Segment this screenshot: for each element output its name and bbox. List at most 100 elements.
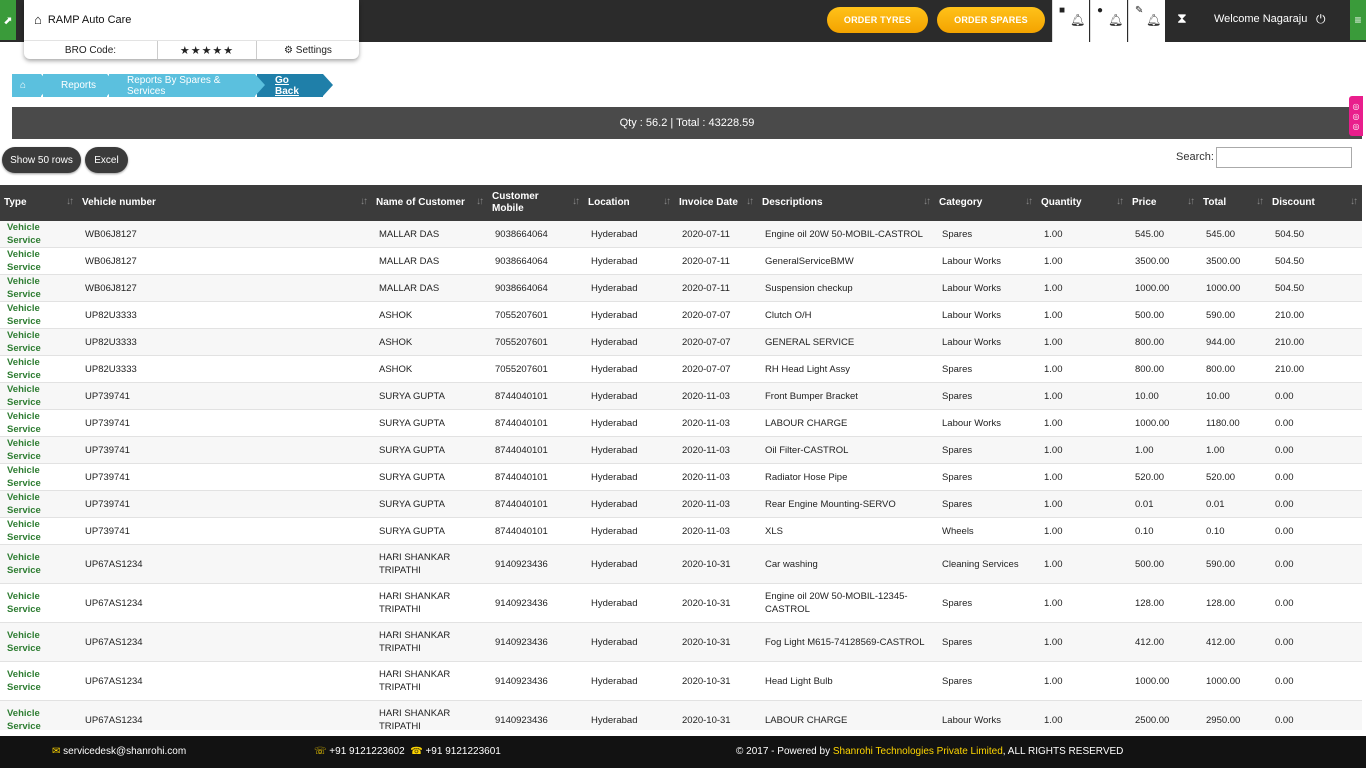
table-cell: 2020-11-03: [675, 517, 758, 545]
side-widget-tab[interactable]: ◎ ◎ ◎: [1349, 96, 1363, 136]
chart-icon[interactable]: ⬈: [0, 0, 16, 40]
table-cell: Vehicle Service: [0, 409, 78, 437]
table-row[interactable]: Vehicle Service WB06J8127 MALLAR DAS 903866…: [0, 221, 1362, 248]
table-cell: SURYA GUPTA: [372, 517, 488, 545]
breadcrumb-home[interactable]: ⌂: [12, 74, 51, 97]
table-row[interactable]: Vehicle Service UP739741 SURYA GUPTA 874404…: [0, 382, 1362, 410]
table-cell: 500.00: [1128, 301, 1199, 329]
table-cell: Vehicle Service: [0, 661, 78, 701]
table-cell: 8744040101: [488, 463, 584, 491]
wrench-icon: ✎: [1135, 5, 1144, 16]
table-row[interactable]: Vehicle Service UP82U3333 ASHOK 7055207601 H…: [0, 355, 1362, 383]
table-row[interactable]: Vehicle Service WB06J8127 MALLAR DAS 903866…: [0, 247, 1362, 275]
order-spares-button[interactable]: ORDER SPARES: [937, 7, 1045, 33]
table-cell: 1.00: [1128, 436, 1199, 464]
table-row[interactable]: Vehicle Service UP82U3333 ASHOK 7055207601 H…: [0, 301, 1362, 329]
column-header[interactable]: Customer Mobile ↓↑: [488, 185, 584, 221]
service-notification-button[interactable]: ✎ 🔔︎: [1128, 0, 1165, 42]
table-cell: SURYA GUPTA: [372, 463, 488, 491]
footer-copyright: © 2017 - Powered by Shanrohi Technologie…: [736, 746, 1123, 757]
table-cell: UP82U3333: [78, 355, 372, 383]
column-header[interactable]: Invoice Date ↓↑: [675, 185, 758, 221]
show-rows-button[interactable]: Show 50 rows: [2, 147, 81, 173]
column-header[interactable]: Vehicle number ↓↑: [78, 185, 372, 221]
brand-name: RAMP Auto Care: [47, 13, 132, 26]
table-cell: 1.00: [1037, 247, 1128, 275]
home-icon: ⌂: [20, 80, 27, 91]
menu-icon[interactable]: ≡: [1350, 0, 1366, 40]
table-cell: 1.00: [1037, 328, 1128, 356]
table-cell: Labour Works: [935, 409, 1037, 437]
column-header[interactable]: Total ↓↑: [1199, 185, 1268, 221]
table-row[interactable]: Vehicle Service UP67AS1234 HARI SHANKAR TR…: [0, 622, 1362, 662]
column-header-label: Descriptions: [762, 197, 823, 208]
sort-icon: ↓↑: [1116, 196, 1124, 207]
search-input[interactable]: [1216, 147, 1352, 168]
table-cell: MALLAR DAS: [372, 274, 488, 302]
table-row[interactable]: Vehicle Service UP67AS1234 HARI SHANKAR TR…: [0, 583, 1362, 623]
table-row[interactable]: Vehicle Service WB06J8127 MALLAR DAS 903866…: [0, 274, 1362, 302]
breadcrumb-reports-by-spares[interactable]: Reports By Spares & Services: [109, 74, 265, 97]
table-cell: Hyderabad: [584, 622, 675, 662]
power-icon[interactable]: ⏻: [1316, 12, 1326, 27]
hourglass-icon[interactable]: ⧗: [1177, 10, 1187, 27]
sort-icon: ↓↑: [476, 196, 484, 207]
user-notification-button[interactable]: ● 🔔︎: [1090, 0, 1127, 42]
table-cell: 2020-11-03: [675, 382, 758, 410]
table-cell: 0.00: [1268, 490, 1362, 518]
column-header[interactable]: Discount ↓↑: [1268, 185, 1362, 221]
column-header-label: Type: [4, 197, 27, 208]
table-cell: Car washing: [758, 544, 935, 584]
settings-link[interactable]: ⚙ Settings: [257, 41, 359, 59]
go-back-link[interactable]: Go Back: [257, 74, 333, 97]
column-header-label: Discount: [1272, 197, 1315, 208]
table-cell: Vehicle Service: [0, 382, 78, 410]
table-cell: 545.00: [1199, 221, 1268, 248]
table-row[interactable]: Vehicle Service UP739741 SURYA GUPTA 874404…: [0, 517, 1362, 545]
table-row[interactable]: Vehicle Service UP739741 SURYA GUPTA 874404…: [0, 463, 1362, 491]
footer-phones: ☏ +91 9121223602 ☎ +91 9121223601: [314, 746, 501, 757]
table-cell: UP67AS1234: [78, 622, 372, 662]
table-cell: 1.00: [1037, 490, 1128, 518]
table-cell: UP739741: [78, 382, 372, 410]
breadcrumb: ⌂ Reports Reports By Spares & Services G…: [12, 74, 333, 97]
table-row[interactable]: Vehicle Service UP67AS1234 HARI SHANKAR TR…: [0, 661, 1362, 701]
company-link[interactable]: Shanrohi Technologies Private Limited: [833, 746, 1003, 757]
table-cell: Spares: [935, 463, 1037, 491]
brand-title[interactable]: ⌂ RAMP Auto Care: [34, 12, 131, 27]
table-row[interactable]: Vehicle Service UP82U3333 ASHOK 7055207601 H…: [0, 328, 1362, 356]
table-row[interactable]: Vehicle Service UP739741 SURYA GUPTA 874404…: [0, 436, 1362, 464]
column-header[interactable]: Location ↓↑: [584, 185, 675, 221]
breadcrumb-reports[interactable]: Reports: [43, 74, 117, 97]
column-header-label: Name of Customer: [376, 197, 465, 208]
table-cell: Vehicle Service: [0, 436, 78, 464]
order-tyres-button[interactable]: ORDER TYRES: [827, 7, 928, 33]
column-header[interactable]: Name of Customer ↓↑: [372, 185, 488, 221]
column-header[interactable]: Type ↓↑: [0, 185, 78, 221]
column-header[interactable]: Descriptions ↓↑: [758, 185, 935, 221]
table-row[interactable]: Vehicle Service UP739741 SURYA GUPTA 874404…: [0, 409, 1362, 437]
table-cell: 800.00: [1199, 355, 1268, 383]
table-cell: 504.50: [1268, 247, 1362, 275]
table-cell: ASHOK: [372, 301, 488, 329]
column-header[interactable]: Price ↓↑: [1128, 185, 1199, 221]
column-header[interactable]: Quantity ↓↑: [1037, 185, 1128, 221]
column-header[interactable]: Category ↓↑: [935, 185, 1037, 221]
table-row[interactable]: Vehicle Service UP67AS1234 HARI SHANKAR TR…: [0, 700, 1362, 730]
truck-notification-button[interactable]: ■ 🔔︎: [1052, 0, 1089, 42]
table-cell: Vehicle Service: [0, 274, 78, 302]
table-cell: HARI SHANKAR TRIPATHI: [372, 700, 488, 730]
table-cell: 2020-11-03: [675, 490, 758, 518]
excel-button[interactable]: Excel: [85, 147, 128, 173]
table-cell: 8744040101: [488, 409, 584, 437]
table-row[interactable]: Vehicle Service UP67AS1234 HARI SHANKAR TR…: [0, 544, 1362, 584]
footer-email[interactable]: ✉ servicedesk@shanrohi.com: [52, 746, 186, 757]
table-row[interactable]: Vehicle Service UP739741 SURYA GUPTA 874404…: [0, 490, 1362, 518]
table-cell: 2020-07-11: [675, 247, 758, 275]
table-cell: 800.00: [1128, 328, 1199, 356]
table-cell: Hyderabad: [584, 463, 675, 491]
table-cell: Hyderabad: [584, 409, 675, 437]
table-cell: Clutch O/H: [758, 301, 935, 329]
table-cell: 0.00: [1268, 436, 1362, 464]
table-cell: 0.00: [1268, 517, 1362, 545]
